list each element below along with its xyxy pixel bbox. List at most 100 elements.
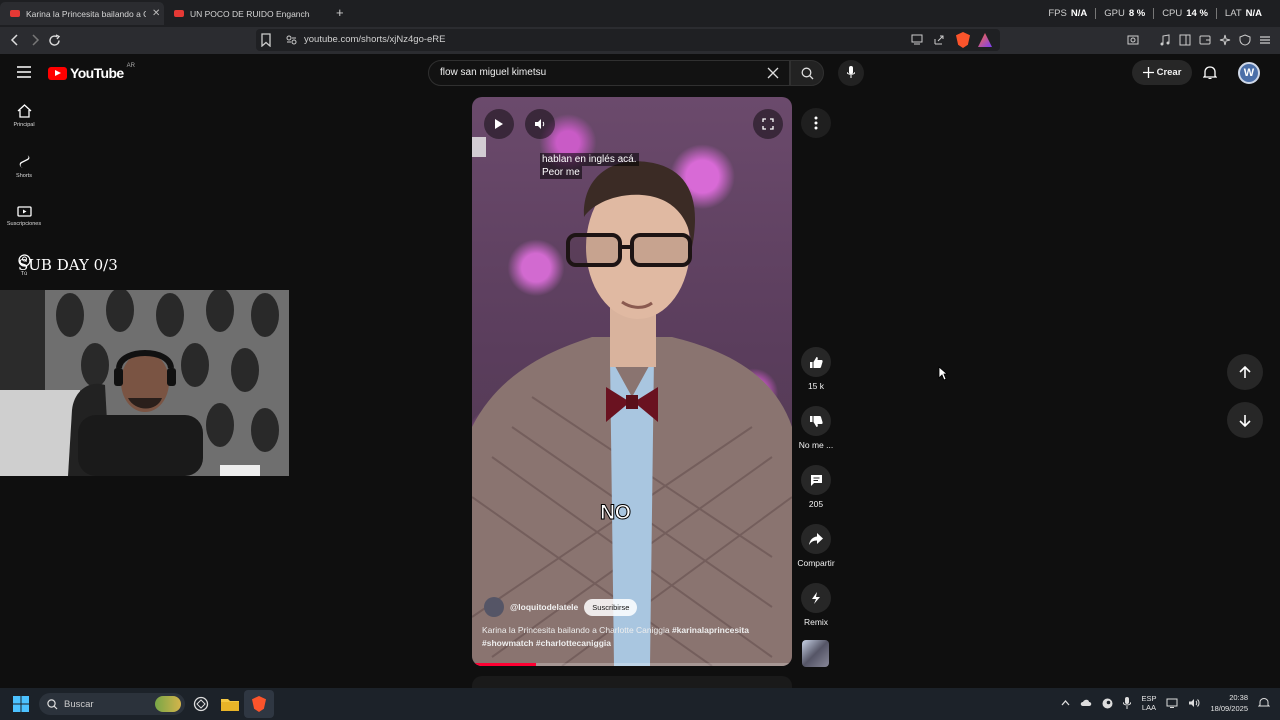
arrow-up-icon — [1239, 365, 1251, 378]
wallet-icon[interactable] — [1199, 34, 1211, 46]
fullscreen-button[interactable] — [753, 109, 783, 139]
lat-label: LAT — [1224, 8, 1242, 19]
clear-search-icon[interactable] — [767, 67, 779, 79]
share-action[interactable]: Compartir — [796, 524, 836, 568]
search-box[interactable]: flow san miguel kimetsu — [428, 60, 790, 86]
brave-taskbar-button[interactable] — [244, 690, 274, 718]
video-description[interactable]: Karina la Princesita bailando a Charlott… — [482, 624, 782, 650]
video-progress-bar[interactable] — [472, 663, 792, 666]
brave-shields-icon[interactable] — [956, 32, 970, 48]
tab-title: Karina la Princesita bailando a Ch — [26, 8, 146, 19]
windows-start-icon[interactable] — [13, 696, 29, 712]
back-icon[interactable] — [9, 34, 21, 46]
dislike-button[interactable] — [801, 406, 831, 436]
share-button[interactable] — [801, 524, 831, 554]
hashtag-link[interactable]: #charlottecaniggia — [536, 638, 611, 648]
cpu-value: 14 % — [1186, 8, 1208, 19]
comments-action[interactable]: 205 — [796, 465, 836, 509]
dislike-action[interactable]: No me ... — [796, 406, 836, 450]
new-tab-button[interactable]: + — [336, 5, 344, 20]
sidebar-item-principal[interactable]: Principal — [0, 104, 48, 128]
sidebar-toggle-icon[interactable] — [1179, 34, 1191, 46]
task-view-icon[interactable] — [193, 696, 209, 712]
notification-center-icon[interactable] — [1258, 697, 1270, 709]
close-tab-icon[interactable]: ✕ — [152, 8, 160, 19]
hashtag-link[interactable]: #showmatch — [482, 638, 534, 648]
browser-tab-bar: Karina la Princesita bailando a Ch ✕ UN … — [0, 0, 1280, 27]
youtube-logo[interactable]: YouTube AR — [48, 63, 135, 81]
reload-icon[interactable] — [48, 34, 61, 47]
chevron-up-icon[interactable] — [1061, 700, 1070, 706]
cpu-label: CPU — [1162, 8, 1183, 19]
leo-ai-icon[interactable] — [1219, 34, 1231, 46]
bookmark-icon[interactable] — [260, 33, 272, 47]
media-music-icon[interactable] — [1159, 34, 1171, 46]
input-language[interactable]: ESP LAA — [1141, 694, 1156, 712]
home-icon — [17, 104, 31, 118]
taskbar-search-placeholder: Buscar — [64, 698, 94, 710]
sidebar-item-label: Shorts — [16, 173, 32, 179]
mouse-cursor-icon — [938, 366, 948, 381]
sidebar-item-shorts[interactable]: Shorts — [0, 154, 48, 179]
taskbar-clock[interactable]: 20:38 18/09/2025 — [1210, 692, 1248, 714]
speaker-volume-icon[interactable] — [1188, 698, 1200, 708]
next-short-button[interactable] — [1227, 402, 1263, 438]
taskbar-search[interactable]: Buscar — [39, 693, 185, 715]
channel-name[interactable]: @loquitodelatele — [510, 602, 578, 612]
sidebar-item-label: Principal — [13, 122, 35, 128]
forward-icon[interactable] — [29, 34, 41, 46]
voice-search-button[interactable] — [838, 60, 864, 86]
comments-button[interactable] — [801, 465, 831, 495]
account-avatar[interactable]: W — [1238, 62, 1260, 84]
cast-icon[interactable] — [911, 34, 923, 45]
subscribe-button[interactable]: Suscribirse — [584, 598, 638, 616]
search-input[interactable]: flow san miguel kimetsu — [440, 67, 546, 78]
fps-label: FPS — [1048, 8, 1067, 19]
video-subtitle: hablan en inglés acá. Peor me — [540, 153, 639, 179]
vpn-shield-icon[interactable] — [1239, 34, 1251, 46]
dislike-label: No me ... — [798, 440, 834, 450]
url-text: youtube.com/shorts/xjNz4go-eRE — [304, 34, 446, 45]
create-button[interactable]: Crear — [1132, 60, 1192, 85]
address-bar[interactable]: youtube.com/shorts/xjNz4go-eRE — [256, 29, 1000, 51]
remix-button[interactable] — [801, 583, 831, 613]
subtitle-line: hablan en inglés acá. — [540, 153, 639, 166]
arrow-down-icon — [1239, 414, 1251, 427]
site-info-icon[interactable] — [286, 35, 297, 45]
hashtag-link[interactable]: #karinalaprincesita — [672, 625, 749, 635]
share-page-icon[interactable] — [933, 34, 945, 46]
volume-button[interactable] — [525, 109, 555, 139]
video-burned-text: NO — [600, 501, 632, 525]
hamburger-menu-icon[interactable] — [17, 66, 31, 78]
menu-icon[interactable] — [1259, 34, 1271, 46]
remix-action[interactable]: Remix — [796, 583, 836, 627]
stream-overlay-text: SUB DAY 0/3 — [18, 256, 118, 274]
sidebar-item-suscripciones[interactable]: Suscripciones — [0, 204, 48, 227]
search-button[interactable] — [790, 60, 824, 86]
video-frame — [472, 137, 792, 666]
description-text: Karina la Princesita bailando a Charlott… — [482, 625, 672, 635]
play-button[interactable] — [484, 109, 514, 139]
onedrive-cloud-icon[interactable] — [1080, 699, 1092, 707]
channel-info: @loquitodelatele Suscribirse — [484, 597, 638, 617]
tab-un-poco-de-ruido[interactable]: UN POCO DE RUIDO Enganchado Za — [164, 2, 324, 25]
channel-avatar[interactable] — [484, 597, 504, 617]
file-explorer-icon[interactable] — [221, 697, 239, 711]
tab-karina[interactable]: Karina la Princesita bailando a Ch ✕ — [0, 2, 164, 25]
country-code: AR — [126, 63, 135, 69]
previous-short-button[interactable] — [1227, 354, 1263, 390]
sound-thumbnail[interactable] — [802, 640, 829, 667]
notifications-bell-icon[interactable] — [1203, 65, 1217, 80]
like-action[interactable]: 15 k — [796, 347, 836, 391]
gpu-value: 8 % — [1128, 8, 1146, 19]
brave-rewards-icon[interactable] — [978, 33, 992, 47]
share-label: Compartir — [797, 558, 835, 568]
network-monitor-icon[interactable] — [1166, 698, 1178, 708]
steam-icon[interactable] — [1102, 698, 1113, 709]
microphone-icon[interactable] — [1123, 697, 1132, 709]
like-button[interactable] — [801, 347, 831, 377]
screenshot-icon[interactable] — [1127, 34, 1139, 46]
more-options-button[interactable] — [801, 108, 831, 138]
comments-count: 205 — [808, 499, 824, 509]
short-video-player[interactable]: hablan en inglés acá. Peor me NO @loquit… — [472, 97, 792, 666]
